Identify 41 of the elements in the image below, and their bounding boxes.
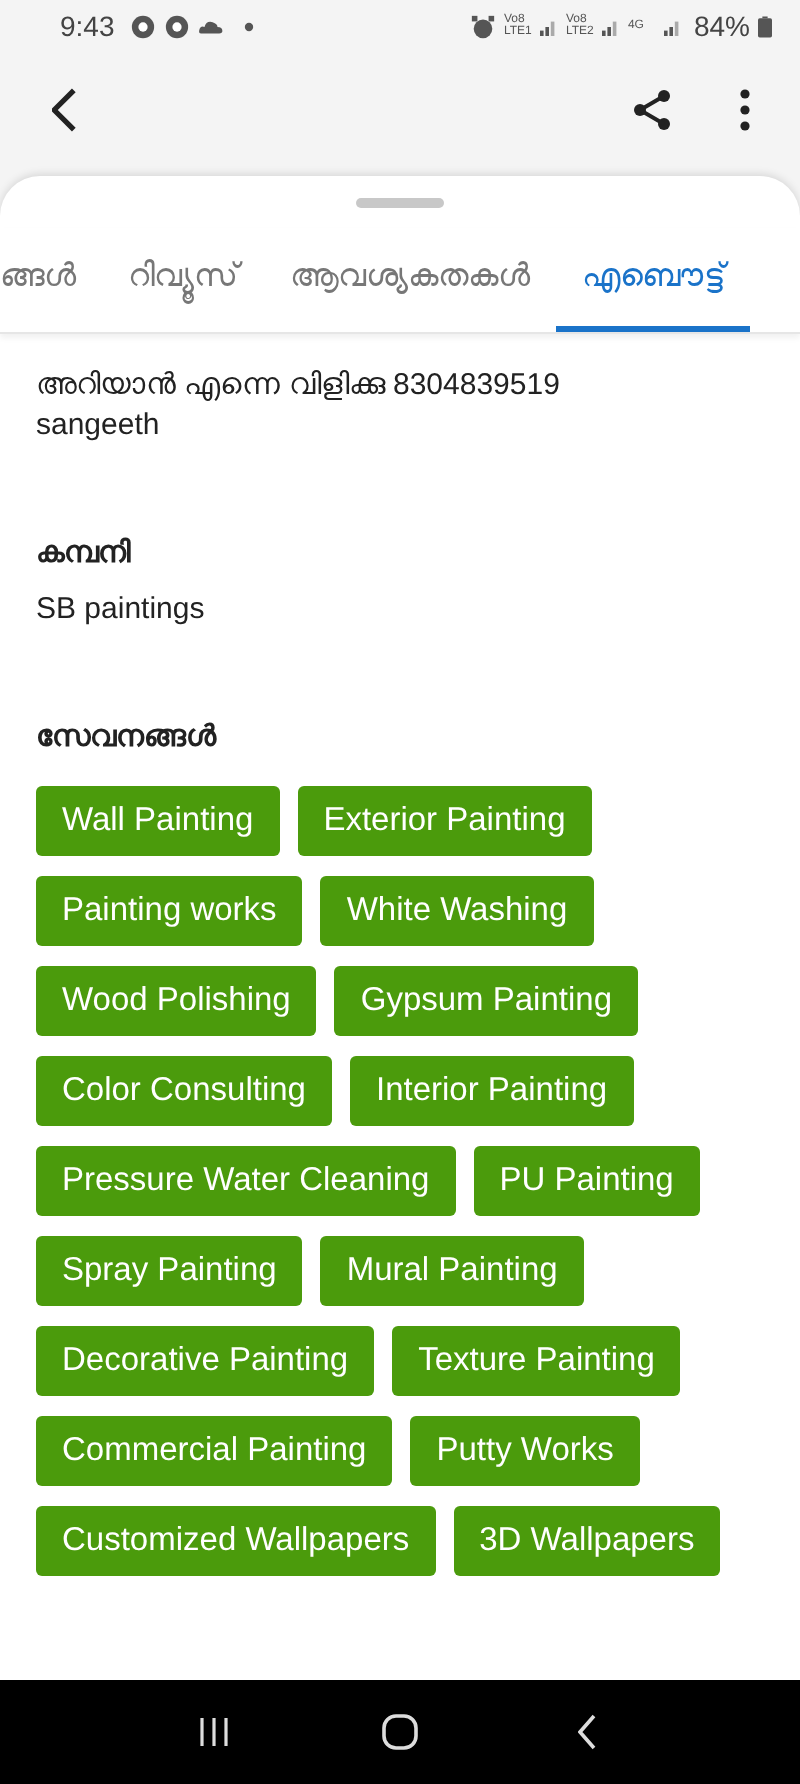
recent-apps-icon[interactable] <box>199 1718 228 1746</box>
battery-icon <box>758 15 772 37</box>
service-tag: White Washing <box>320 876 594 946</box>
about-text: അറിയാൻ എന്നെ വിളിക്കു 8304839519 <box>36 366 562 406</box>
service-tag: Commercial Painting <box>36 1416 393 1486</box>
drag-handle[interactable] <box>356 198 444 208</box>
tab[interactable]: റിവ്യൂസ് <box>102 228 264 332</box>
service-tag: Exterior Painting <box>297 786 592 856</box>
status-time: 9:43 <box>60 10 115 42</box>
tab[interactable]: ങ്ങൾ <box>0 228 102 332</box>
service-tag: PU Painting <box>473 1146 700 1216</box>
more-options-icon[interactable] <box>739 88 749 132</box>
company-name: SB paintings <box>36 590 207 630</box>
signal-icon <box>539 17 558 35</box>
service-tag: Spray Painting <box>36 1236 303 1306</box>
service-tag: 3D Wallpapers <box>453 1506 721 1576</box>
tab[interactable]: ആവശ്യകതകൾ <box>264 228 556 332</box>
service-tag: Mural Painting <box>320 1236 584 1306</box>
service-tag: Gypsum Painting <box>334 966 639 1036</box>
signal-icon <box>663 17 682 35</box>
service-tag: Decorative Painting <box>36 1326 375 1396</box>
service-tag: Pressure Water Cleaning <box>36 1146 456 1216</box>
signal-icon <box>601 17 620 35</box>
browser-icon <box>164 13 191 39</box>
section-heading: കമ്പനി <box>36 534 133 574</box>
tab[interactable]: എബൌട്ട് <box>556 228 750 332</box>
service-tag: Color Consulting <box>36 1056 332 1126</box>
browser-icon <box>130 13 157 39</box>
service-tag: Wood Polishing <box>36 966 317 1036</box>
notification-dot-icon <box>244 21 255 31</box>
alarm-icon <box>469 13 496 39</box>
service-tag: Customized Wallpapers <box>36 1506 436 1576</box>
service-tag: Interior Painting <box>349 1056 634 1126</box>
service-tag: Painting works <box>36 876 303 946</box>
service-tag: Wall Painting <box>36 786 280 856</box>
service-tag: Putty Works <box>410 1416 640 1486</box>
battery-level: 84% <box>693 10 750 42</box>
service-tag: Texture Painting <box>392 1326 681 1396</box>
section-heading: സേവനങ്ങൾ <box>36 718 219 758</box>
back-icon[interactable] <box>52 88 76 132</box>
about-text: sangeeth <box>36 406 162 446</box>
